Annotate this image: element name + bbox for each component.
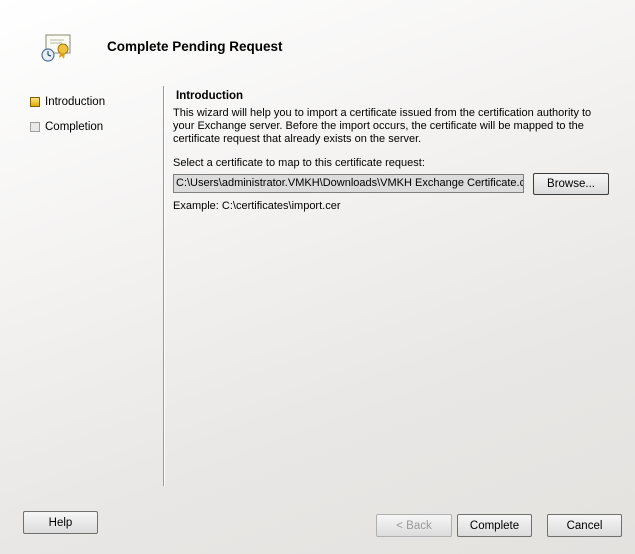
wizard-title: Complete Pending Request bbox=[107, 39, 283, 54]
step-introduction: Introduction bbox=[30, 96, 105, 108]
example-text: Example: C:\certificates\import.cer bbox=[173, 200, 341, 212]
intro-text: This wizard will help you to import a ce… bbox=[173, 107, 592, 145]
step-inactive-icon bbox=[30, 122, 40, 132]
help-button[interactable]: Help bbox=[23, 511, 98, 534]
certificate-icon bbox=[40, 33, 74, 63]
step-completion: Completion bbox=[30, 121, 103, 133]
vertical-divider bbox=[163, 86, 165, 486]
browse-button[interactable]: Browse... bbox=[533, 173, 609, 195]
certificate-path-field[interactable]: C:\Users\administrator.VMKH\Downloads\VM… bbox=[173, 174, 524, 193]
step-active-icon bbox=[30, 97, 40, 107]
certificate-select-label: Select a certificate to map to this cert… bbox=[173, 157, 425, 169]
section-title: Introduction bbox=[176, 90, 244, 102]
step-label: Introduction bbox=[45, 96, 106, 108]
cancel-button[interactable]: Cancel bbox=[547, 514, 622, 537]
complete-button[interactable]: Complete bbox=[457, 514, 532, 537]
step-label: Completion bbox=[45, 121, 104, 133]
back-button[interactable]: < Back bbox=[376, 514, 452, 537]
